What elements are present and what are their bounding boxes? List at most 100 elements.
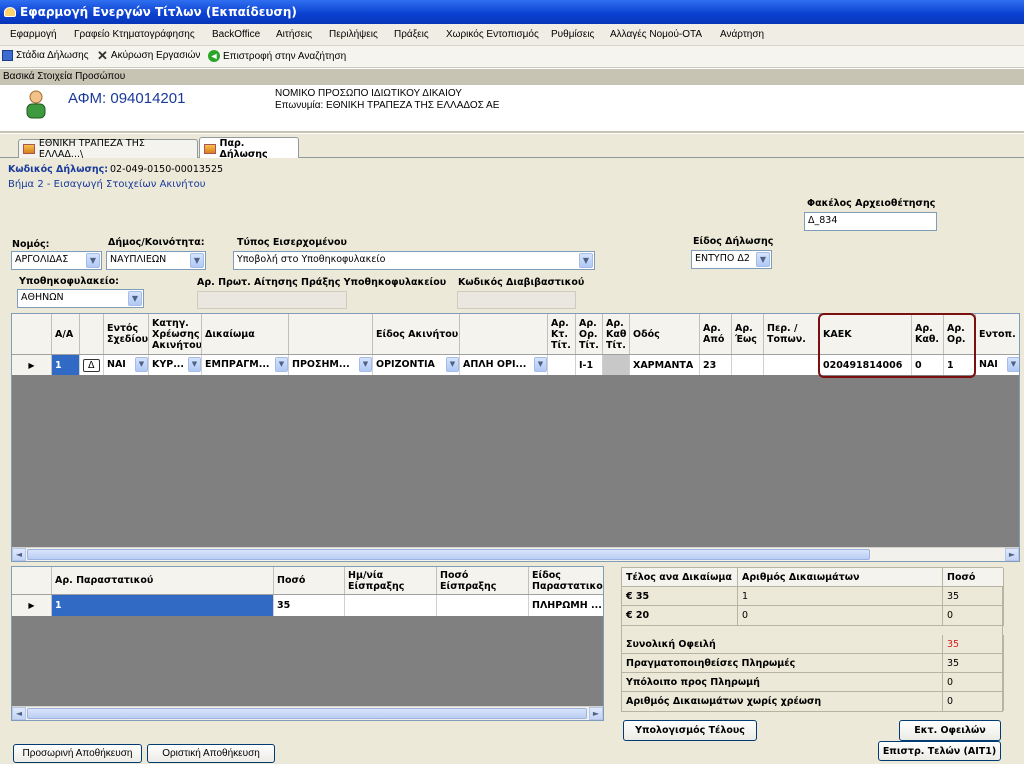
- chevron-down-icon: ▼: [190, 253, 204, 268]
- table-row[interactable]: ▶ 1 35 ΠΛΗΡΩΜΗ ...: [12, 595, 603, 616]
- scroll-right-icon[interactable]: ►: [589, 707, 603, 720]
- final-save-button[interactable]: Οριστική Αποθήκευση: [147, 744, 275, 763]
- app-icon: [4, 7, 16, 17]
- payments-grid-header: Αρ. Παραστατικού Ποσό Ημ/νία Είσπραξης Π…: [12, 567, 603, 595]
- summary-row-payments: Πραγματοποιηθείσες Πληρωμές 35: [622, 654, 1004, 673]
- cell-receipt-date[interactable]: [345, 595, 437, 616]
- prefecture-select[interactable]: ΑΡΓΟΛΙΔΑΣ ▼: [11, 251, 102, 270]
- fee-row: € 35 1 35: [622, 587, 1004, 606]
- header-to: Αρ. Έως: [732, 314, 764, 354]
- header-receipt-amount: Ποσό Είσπραξης: [437, 567, 529, 594]
- chevron-down-icon: ▼: [86, 253, 100, 268]
- person-type: ΝΟΜΙΚΟ ΠΡΟΣΩΠΟ ΙΔΙΩΤΙΚΟΥ ΔΙΚΑΙΟΥ: [275, 88, 462, 99]
- protocol-input: [197, 291, 347, 309]
- menu-item-changes[interactable]: Αλλαγές Νομού-ΟΤΑ: [610, 29, 702, 40]
- cell-to[interactable]: [732, 355, 764, 375]
- header-category: Κατηγ. Χρέωσης Ακινήτου: [149, 314, 202, 354]
- tabs-row: ΕΘΝΙΚΗ ΤΡΑΠΕΖΑ ΤΗΣ ΕΛΛΑΔ...\ Παρ. Δήλωση…: [0, 134, 1024, 160]
- chevron-down-icon: ▼: [188, 357, 201, 372]
- declaration-code-value: 02-049-0150-00013525: [110, 164, 224, 175]
- prefecture-label: Νομός:: [12, 239, 50, 250]
- summary-row-free-rights: Αριθμός Δικαιωμάτων χωρίς χρέωση 0: [622, 692, 1004, 711]
- property-type-select[interactable]: ΟΡΙΖΟΝΤΙΑ ▼: [373, 357, 459, 372]
- incoming-type-select[interactable]: Υποβολή στο Υποθηκοφυλακείο ▼: [233, 251, 595, 270]
- municipality-select[interactable]: ΝΑΥΠΛΙΕΩΝ ▼: [106, 251, 206, 270]
- cell-from[interactable]: 23: [700, 355, 732, 375]
- content-area: Κωδικός Δήλωσης: 02-049-0150-00013525 Βή…: [0, 158, 1024, 764]
- summary-row-balance: Υπόλοιπο προς Πληρωμή 0: [622, 673, 1004, 692]
- cell-ar-kt[interactable]: [548, 355, 576, 375]
- menu-item-cadastre-office[interactable]: Γραφείο Κτηματογράφησης: [74, 29, 195, 40]
- back-to-search-button[interactable]: ◄ Επιστροφή στην Αναζήτηση: [208, 50, 346, 62]
- fees-header-row: Τέλος ανα Δικαίωμα Αριθμός Δικαιωμάτων Π…: [622, 568, 1004, 587]
- header-entos: Εντός Σχεδίου: [104, 314, 149, 354]
- menu-item-application[interactable]: Εφαρμογή: [10, 29, 57, 40]
- cell-street[interactable]: ΧΑΡΜΑΝΤΑ: [630, 355, 700, 375]
- chevron-down-icon: ▼: [579, 253, 593, 268]
- chevron-down-icon: ▼: [756, 252, 770, 267]
- tab-person[interactable]: ΕΘΝΙΚΗ ΤΡΑΠΕΖΑ ΤΗΣ ΕΛΛΑΔ...\: [18, 138, 198, 160]
- horizontal-scrollbar[interactable]: ◄ ►: [12, 706, 603, 720]
- registry-select[interactable]: ΑΘΗΝΩΝ ▼: [17, 289, 144, 308]
- ownership-select[interactable]: ΑΠΛΗ ΟΡΙ... ▼: [460, 357, 547, 372]
- declaration-type-select[interactable]: ΕΝΤΥΠΟ Δ2 ▼: [691, 250, 772, 269]
- transmittal-input: [457, 291, 576, 309]
- scroll-left-icon[interactable]: ◄: [12, 707, 26, 720]
- header-receipt-date: Ημ/νία Είσπραξης: [345, 567, 437, 594]
- notation-select[interactable]: ΠΡΟΣΗΜ... ▼: [289, 357, 372, 372]
- cell-amount[interactable]: 35: [274, 595, 345, 616]
- stages-button[interactable]: Στάδια Δήλωσης: [2, 50, 89, 61]
- scroll-right-icon[interactable]: ►: [1005, 548, 1019, 561]
- protocol-label: Αρ. Πρωτ. Αίτησης Πράξης Υποθηκοφυλακείο…: [197, 277, 447, 288]
- delta-button[interactable]: Δ: [83, 358, 100, 372]
- scroll-thumb[interactable]: [27, 708, 587, 719]
- cell-doc-type[interactable]: ΠΛΗΡΩΜΗ ...: [529, 595, 603, 616]
- registry-label: Υποθηκοφυλακείο:: [19, 276, 119, 287]
- menu-item-posting[interactable]: Ανάρτηση: [720, 29, 764, 40]
- person-icon: [26, 90, 46, 119]
- entop-select[interactable]: ΝΑΙ ▼: [976, 357, 1019, 372]
- menu-item-spatial[interactable]: Χωρικός Εντοπισμός: [446, 29, 539, 40]
- return-fees-button[interactable]: Επιστρ. Τελών (ΑΙΤ1): [878, 741, 1001, 761]
- entos-select[interactable]: ΝΑΙ ▼: [104, 357, 148, 372]
- cell-receipt-amount[interactable]: [437, 595, 529, 616]
- print-debts-button[interactable]: Εκτ. Οφειλών: [899, 720, 1001, 741]
- scroll-thumb[interactable]: [27, 549, 870, 560]
- header-amount: Ποσό: [274, 567, 345, 594]
- menu-item-backoffice[interactable]: BackOffice: [212, 29, 260, 40]
- header-from: Αρ. Από: [700, 314, 732, 354]
- header-rights-count: Αριθμός Δικαιωμάτων: [738, 568, 943, 586]
- scroll-left-icon[interactable]: ◄: [12, 548, 26, 561]
- tab-declaration[interactable]: Παρ. Δήλωσης: [199, 137, 299, 160]
- menu-item-requests[interactable]: Αιτήσεις: [276, 29, 312, 40]
- person-info-panel: ΑΦΜ: 094014201 ΝΟΜΙΚΟ ΠΡΟΣΩΠΟ ΙΔΙΩΤΙΚΟΥ …: [0, 85, 1024, 133]
- cell-doc-number[interactable]: 1: [52, 595, 274, 616]
- calculate-fee-button[interactable]: Υπολογισμός Τέλους: [623, 720, 757, 741]
- horizontal-scrollbar[interactable]: ◄ ►: [12, 547, 1019, 561]
- menu-item-acts[interactable]: Πράξεις: [394, 29, 429, 40]
- menu-item-summaries[interactable]: Περιλήψεις: [329, 29, 378, 40]
- menu-bar: Εφαρμογή Γραφείο Κτηματογράφησης BackOff…: [0, 24, 1024, 46]
- folder-label: Φακέλος Αρχειοθέτησης: [807, 198, 936, 209]
- cell-aa[interactable]: 1: [52, 355, 80, 375]
- afm-label: ΑΦΜ: 094014201: [68, 90, 186, 107]
- payments-grid: Αρ. Παραστατικού Ποσό Ημ/νία Είσπραξης Π…: [11, 566, 604, 721]
- cell-area[interactable]: [764, 355, 820, 375]
- header-aa: Α/Α: [52, 314, 80, 354]
- temp-save-button[interactable]: Προσωρινή Αποθήκευση: [13, 744, 142, 763]
- right-select[interactable]: ΕΜΠΡΑΓΜ... ▼: [202, 357, 288, 372]
- row-selector-icon: ▶: [12, 355, 52, 375]
- category-select[interactable]: ΚΥΡ... ▼: [149, 357, 201, 372]
- municipality-label: Δήμος/Κοινότητα:: [108, 237, 205, 248]
- folder-input[interactable]: Δ_834: [804, 212, 937, 231]
- header-ar-kath-tit: Αρ. Καθ Τίτ.: [603, 314, 630, 354]
- cell-ar-kath-tit: [603, 355, 630, 375]
- header-doc-type: Είδος Παραστατικού: [529, 567, 603, 594]
- chevron-down-icon: ▼: [1007, 357, 1019, 372]
- header-right: Δικαίωμα: [202, 314, 289, 354]
- fee-row: € 20 0 0: [622, 606, 1004, 626]
- menu-item-settings[interactable]: Ρυθμίσεις: [551, 29, 594, 40]
- cell-ar-or-tit[interactable]: I-1: [576, 355, 603, 375]
- chevron-down-icon: ▼: [135, 357, 148, 372]
- cancel-tasks-button[interactable]: ✕ Ακύρωση Εργασιών: [97, 49, 200, 62]
